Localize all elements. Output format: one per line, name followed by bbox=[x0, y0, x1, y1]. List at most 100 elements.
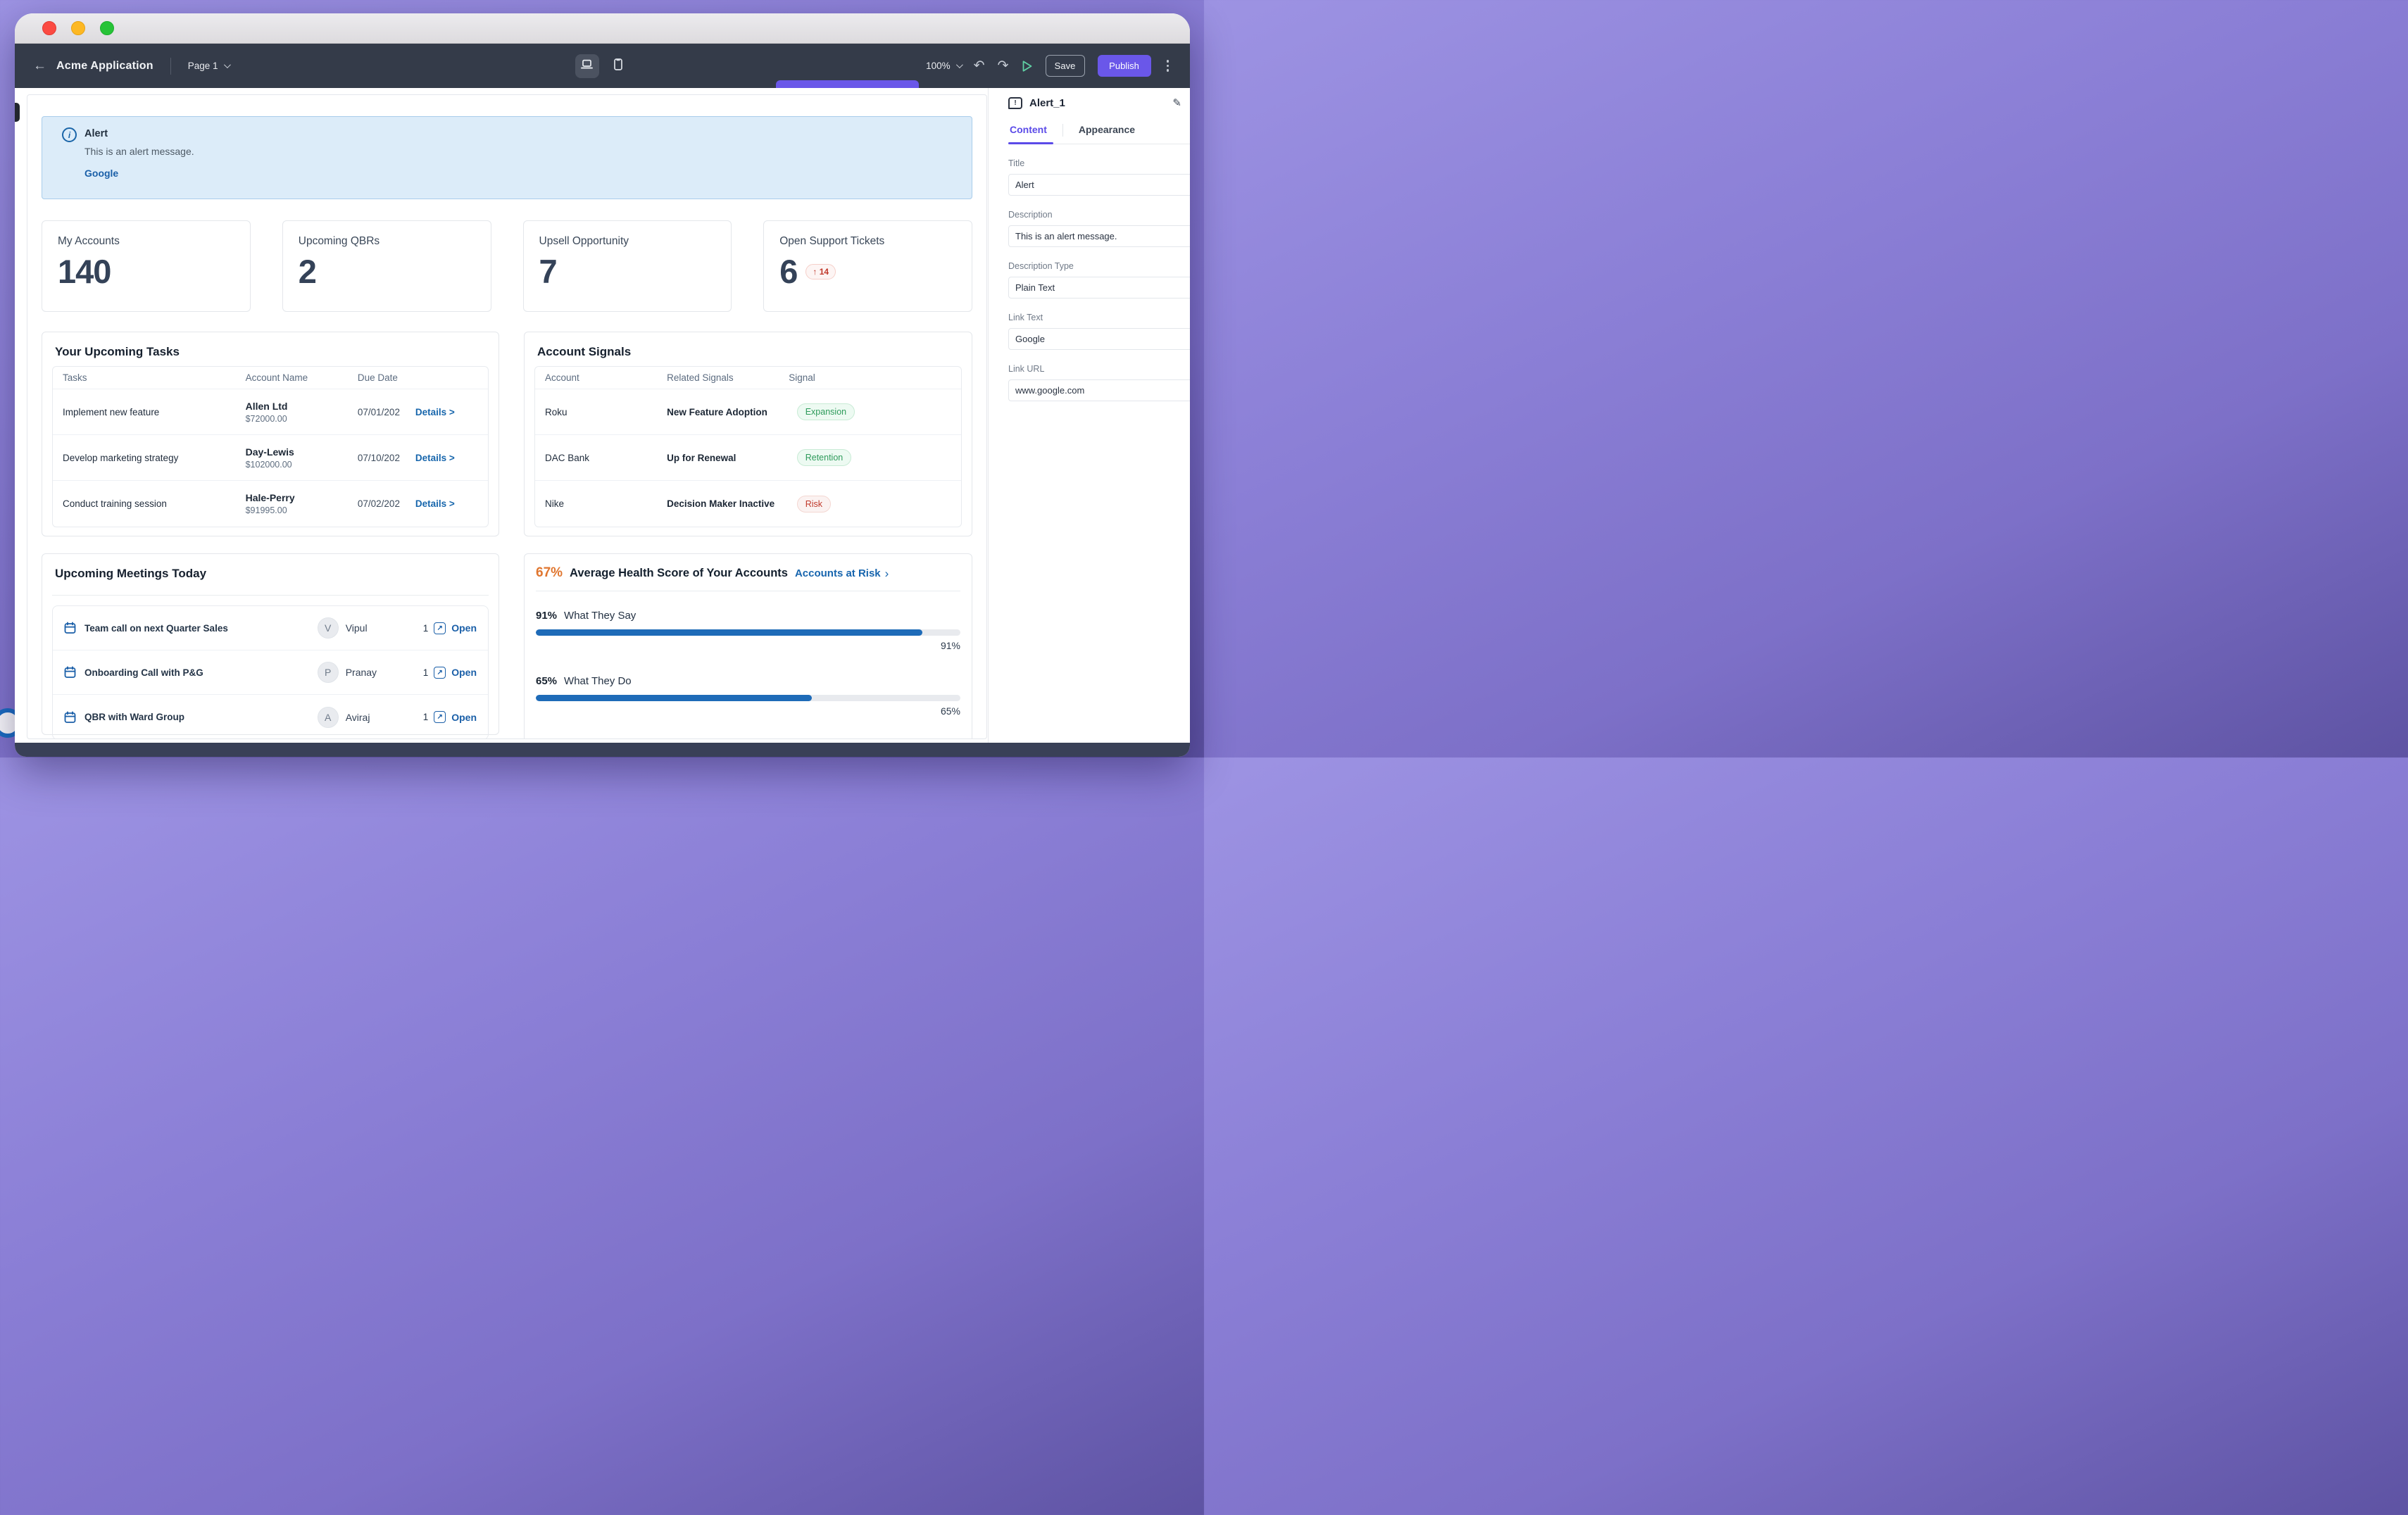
back-arrow-icon[interactable]: ← bbox=[33, 58, 46, 74]
health-header: 67% Average Health Score of Your Account… bbox=[536, 562, 960, 581]
list-item: QBR with Ward Group A Aviraj 1 ↗ Open bbox=[53, 695, 488, 739]
minimize-window-button[interactable] bbox=[71, 21, 85, 35]
stat-label: My Accounts bbox=[58, 235, 234, 248]
avatar: V bbox=[318, 617, 339, 639]
signals-table: Account Related Signals Signal Roku New … bbox=[534, 366, 962, 527]
stat-card-row: My Accounts 140 Upcoming QBRs 2 Upsell O… bbox=[42, 220, 972, 312]
column-header: Account Name bbox=[246, 372, 358, 383]
description-input[interactable]: This is an alert message. bbox=[1008, 225, 1190, 247]
task-name: Develop marketing strategy bbox=[63, 453, 246, 463]
laptop-icon bbox=[581, 59, 593, 73]
health-score: 67% bbox=[536, 565, 563, 581]
field-label: Title bbox=[1008, 158, 1190, 170]
stat-value: 6 bbox=[779, 255, 797, 288]
link-url-input[interactable]: www.google.com bbox=[1008, 379, 1190, 401]
due-date: 07/01/202 bbox=[358, 407, 408, 417]
table-row: DAC Bank Up for Renewal Retention bbox=[535, 435, 961, 481]
tab-content[interactable]: Content bbox=[1008, 124, 1048, 142]
app-title: Acme Application bbox=[56, 60, 153, 73]
mobile-view-button[interactable] bbox=[606, 54, 630, 78]
save-button[interactable]: Save bbox=[1046, 55, 1085, 77]
zoom-control[interactable]: 100% bbox=[926, 61, 961, 71]
table-row: Conduct training session Hale-Perry $919… bbox=[53, 481, 488, 527]
publish-button[interactable]: Publish bbox=[1098, 55, 1151, 77]
tasks-table: Tasks Account Name Due Date Implement ne… bbox=[52, 366, 489, 527]
health-metrics: 91% What They Say 91% 65% What They bbox=[536, 607, 960, 739]
attendee-name: Aviraj bbox=[346, 712, 423, 723]
meetings-list: Team call on next Quarter Sales V Vipul … bbox=[52, 605, 489, 739]
table-row: Develop marketing strategy Day-Lewis $10… bbox=[53, 435, 488, 481]
list-item: Team call on next Quarter Sales V Vipul … bbox=[53, 606, 488, 650]
close-window-button[interactable] bbox=[42, 21, 56, 35]
details-link[interactable]: Details > bbox=[415, 407, 455, 417]
tab-divider bbox=[1062, 124, 1063, 137]
alert-title: Alert bbox=[84, 128, 958, 139]
accounts-at-risk-link[interactable]: Accounts at Risk › bbox=[795, 567, 889, 581]
table-row: Nike Decision Maker Inactive Risk bbox=[535, 481, 961, 527]
signal-account: DAC Bank bbox=[545, 453, 667, 463]
metric-percent: 91% bbox=[536, 610, 557, 622]
alert-banner-widget[interactable]: i Alert This is an alert message. Google bbox=[42, 116, 972, 199]
app-window: ← Acme Application Page 1 bbox=[15, 13, 1190, 757]
attendee-name: Vipul bbox=[346, 622, 423, 634]
open-meeting-link[interactable]: Open bbox=[451, 667, 477, 678]
tables-row: Your Upcoming Tasks Tasks Account Name D… bbox=[42, 332, 972, 536]
meeting-title: QBR with Ward Group bbox=[84, 712, 318, 722]
details-link[interactable]: Details > bbox=[415, 453, 455, 463]
field-label: Description bbox=[1008, 210, 1190, 221]
account-name: Day-Lewis bbox=[246, 446, 358, 458]
alert-link[interactable]: Google bbox=[84, 168, 118, 179]
progress-fill bbox=[536, 629, 922, 636]
undo-icon[interactable]: ↶ bbox=[974, 59, 985, 73]
toolbar-left-group: ← Acme Application Page 1 bbox=[33, 58, 229, 75]
page-selector[interactable]: Page 1 bbox=[188, 61, 229, 71]
signal-tag: Expansion bbox=[797, 403, 855, 420]
open-meeting-link[interactable]: Open bbox=[451, 622, 477, 634]
panel-header: ! Alert_1 ✎ bbox=[1008, 96, 1190, 109]
metric-label: What They Do bbox=[564, 675, 632, 687]
maximize-window-button[interactable] bbox=[100, 21, 114, 35]
progress-track bbox=[536, 629, 960, 636]
edit-pencil-icon[interactable]: ✎ bbox=[1172, 96, 1181, 109]
calendar-icon bbox=[64, 622, 76, 634]
meetings-title: Upcoming Meetings Today bbox=[52, 562, 489, 588]
account-amount: $91995.00 bbox=[246, 505, 358, 515]
tasks-table-header: Tasks Account Name Due Date bbox=[53, 367, 488, 389]
field-link-url: Link URL www.google.com bbox=[1008, 364, 1190, 401]
column-header: Related Signals bbox=[667, 372, 789, 383]
signals-title: Account Signals bbox=[534, 341, 962, 366]
chevron-right-icon: › bbox=[885, 567, 889, 581]
run-play-icon[interactable] bbox=[1022, 60, 1033, 73]
signal-tag: Retention bbox=[797, 449, 852, 466]
field-description-type: Description Type Plain Text bbox=[1008, 261, 1190, 298]
column-header: Account bbox=[545, 372, 667, 383]
signal-tag: Risk bbox=[797, 496, 831, 513]
progress-track bbox=[536, 695, 960, 701]
stat-value: 2 bbox=[299, 255, 316, 288]
signals-table-header: Account Related Signals Signal bbox=[535, 367, 961, 389]
window-title-bar bbox=[15, 13, 1190, 44]
field-label: Link URL bbox=[1008, 364, 1190, 375]
description-type-select[interactable]: Plain Text bbox=[1008, 277, 1190, 298]
chevron-down-icon bbox=[224, 61, 231, 68]
signal-account: Roku bbox=[545, 407, 667, 417]
open-meeting-link[interactable]: Open bbox=[451, 712, 477, 723]
link-text-input[interactable]: Google bbox=[1008, 328, 1190, 350]
metric-label: What They Say bbox=[564, 610, 636, 622]
desktop-view-button[interactable] bbox=[575, 54, 599, 78]
tab-appearance[interactable]: Appearance bbox=[1077, 124, 1136, 142]
left-panel-handle[interactable] bbox=[15, 103, 20, 122]
device-toggle-group bbox=[575, 44, 630, 88]
stat-label: Upcoming QBRs bbox=[299, 235, 475, 248]
stat-card-upcoming-qbrs: Upcoming QBRs 2 bbox=[282, 220, 491, 312]
details-link[interactable]: Details > bbox=[415, 498, 455, 509]
external-link-icon: ↗ bbox=[434, 667, 446, 679]
kebab-menu-icon[interactable] bbox=[1164, 57, 1172, 75]
property-panel: ! Alert_1 ✎ Content Appearance Title Ale… bbox=[988, 88, 1190, 743]
task-name: Implement new feature bbox=[63, 407, 246, 417]
redo-icon[interactable]: ↷ bbox=[998, 59, 1009, 73]
field-label: Description Type bbox=[1008, 261, 1190, 272]
title-input[interactable]: Alert bbox=[1008, 174, 1190, 196]
stat-card-my-accounts: My Accounts 140 bbox=[42, 220, 251, 312]
health-score-card: 67% Average Health Score of Your Account… bbox=[524, 553, 972, 739]
